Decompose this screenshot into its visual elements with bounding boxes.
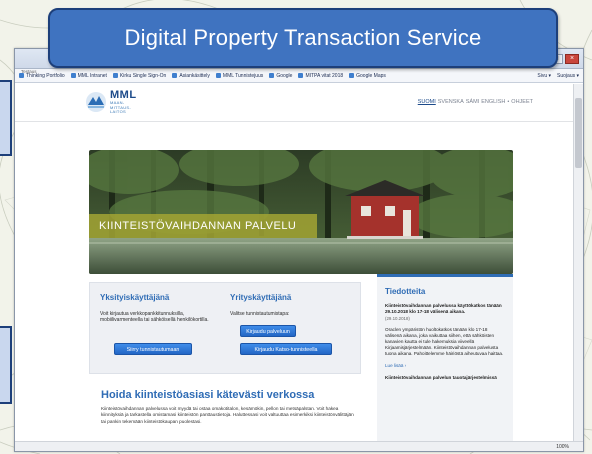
- lang-sami[interactable]: SÁMI: [466, 99, 479, 105]
- hero-banner: KIINTEISTÖVAIHDANNAN PALVELU: [89, 214, 317, 238]
- help-link: •: [507, 99, 510, 105]
- lang-ohjeet[interactable]: OHJEET: [511, 99, 533, 105]
- status-bar: 100%: [15, 441, 583, 451]
- mml-logo[interactable]: MML MAAN- MITTAUS- LAITOS: [85, 90, 137, 115]
- news-item: Kiinteistövaihdannan palvelussa käyttöka…: [385, 303, 505, 357]
- business-login-column: Yrityskäyttäjänä Valitse tunnistautumist…: [230, 293, 354, 317]
- business-user-description: Valitse tunnistautumistapa:: [230, 311, 290, 317]
- page-menu[interactable]: Sivu ▾: [537, 73, 551, 79]
- favorite-item[interactable]: MML Intranet: [70, 73, 107, 79]
- login-service-button[interactable]: Kirjaudu palveluun: [240, 325, 296, 337]
- logo-subtext: LAITOS: [110, 109, 126, 114]
- private-login-column: Yksityiskäyttäjänä Voit kirjautua verkko…: [100, 293, 218, 324]
- favorite-item[interactable]: Google Maps: [349, 73, 386, 79]
- favorite-icon: [269, 73, 275, 78]
- favorite-icon: [172, 73, 178, 78]
- favorites-bar: Thinking Portfolio MML Intranet Kirku Si…: [15, 69, 583, 83]
- favorite-icon: [112, 73, 118, 78]
- favorite-item[interactable]: Kirku Single Sign-On: [112, 73, 166, 79]
- read-more-link[interactable]: Lue lisää ›: [385, 363, 505, 368]
- news-date: (29.10.2018): [385, 316, 410, 321]
- favorite-icon: [215, 73, 221, 78]
- browser-window: – □ × Testaus Thinking Portfolio MML Int…: [14, 48, 584, 452]
- browser-tab-hint: Testaus: [21, 69, 37, 74]
- section-heading: Hoida kiinteistöasiasi kätevästi verkoss…: [101, 389, 315, 401]
- lang-english[interactable]: ENGLISH: [481, 99, 505, 105]
- favorite-icon: [70, 73, 76, 78]
- zoom-level[interactable]: 100%: [556, 444, 569, 450]
- katso-login-button[interactable]: Kirjaudu Katso-tunnisteella: [240, 343, 332, 355]
- news-sidebar: Tiedotteita Kiinteistövaihdannan palvelu…: [377, 274, 513, 441]
- service-title-callout: Digital Property Transaction Service: [48, 8, 558, 68]
- lang-svenska[interactable]: SVENSKA: [438, 99, 464, 105]
- page-viewport: MML MAAN- MITTAUS- LAITOS SUOMI SVENSKA …: [15, 84, 573, 441]
- private-user-heading: Yksityiskäyttäjänä: [100, 293, 170, 302]
- callout-marker-bottom: [0, 326, 12, 404]
- section-body-text: Kiinteistövaihdannan palvelussa voit myy…: [101, 406, 354, 424]
- news-headline[interactable]: Kiinteistövaihdannan palvelun tauotajärj…: [385, 375, 505, 381]
- favorite-item[interactable]: MML Tunnistejuus: [215, 73, 263, 79]
- favorite-icon: [349, 73, 355, 78]
- private-user-description: Voit kirjautua verkkopankkitunnuksilla, …: [100, 311, 209, 324]
- business-user-heading: Yrityskäyttäjänä: [230, 293, 292, 302]
- login-panel: Yksityiskäyttäjänä Voit kirjautua verkko…: [89, 282, 361, 374]
- callout-marker-top: [0, 80, 12, 156]
- news-heading: Tiedotteita: [385, 287, 426, 296]
- identify-button[interactable]: Siirry tunnistautumaan: [114, 343, 192, 355]
- news-headline[interactable]: Kiinteistövaihdannan palvelussa käyttöka…: [385, 303, 505, 315]
- hero-image: KIINTEISTÖVAIHDANNAN PALVELU: [89, 150, 513, 274]
- favorite-item[interactable]: MITPA vitat 2018: [298, 73, 343, 79]
- news-text: Oraclen ympäristön huoltokatkos tänään k…: [385, 327, 504, 356]
- close-icon[interactable]: ×: [565, 53, 579, 64]
- favorite-item[interactable]: Google: [269, 73, 292, 79]
- site-header: MML MAAN- MITTAUS- LAITOS SUOMI SVENSKA …: [15, 84, 573, 122]
- favorite-icon: [298, 73, 304, 78]
- logo-mark-icon: [85, 91, 107, 113]
- lang-suomi[interactable]: SUOMI: [418, 99, 436, 105]
- vertical-scrollbar[interactable]: [573, 84, 583, 441]
- security-menu[interactable]: Suojaus ▾: [557, 73, 579, 79]
- scrollbar-thumb[interactable]: [575, 98, 582, 168]
- browser-tools: Sivu ▾ Suojaus ▾: [537, 73, 579, 79]
- language-menu: SUOMI SVENSKA SÁMI ENGLISH • OHJEET: [418, 99, 533, 105]
- favorite-item[interactable]: Asiankäsittely: [172, 73, 210, 79]
